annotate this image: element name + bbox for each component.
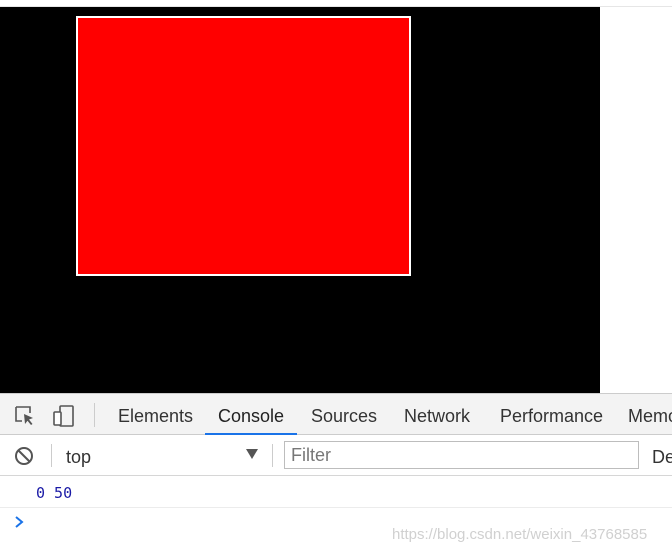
context-selector[interactable]: top	[60, 442, 268, 468]
watermark-text: https://blog.csdn.net/weixin_43768585	[392, 526, 648, 543]
console-log-message: 0 50	[36, 484, 73, 502]
page-viewport	[0, 0, 672, 393]
tab-sources[interactable]: Sources	[311, 394, 377, 435]
console-prompt[interactable]: https://blog.csdn.net/weixin_43768585	[0, 509, 672, 553]
toolbar-divider	[51, 444, 52, 467]
clear-console-icon[interactable]	[14, 446, 34, 466]
page: Elements Console Sources Network Perform…	[0, 0, 672, 553]
device-toggle-icon[interactable]	[52, 404, 76, 428]
devtools-panel: Elements Console Sources Network Perform…	[0, 393, 672, 553]
console-toolbar: top De	[0, 435, 672, 476]
inspect-element-icon[interactable]	[13, 404, 37, 428]
black-container	[0, 7, 600, 393]
filter-input[interactable]	[284, 441, 639, 469]
tab-network[interactable]: Network	[404, 394, 470, 435]
tab-console[interactable]: Console	[205, 394, 297, 435]
console-log-row: 0 50	[0, 477, 672, 508]
tab-elements[interactable]: Elements	[118, 394, 193, 435]
toolbar-divider	[94, 403, 95, 427]
tab-performance[interactable]: Performance	[500, 394, 603, 435]
log-levels-selector[interactable]: De	[652, 442, 672, 472]
red-box	[76, 16, 411, 276]
devtools-tabbar: Elements Console Sources Network Perform…	[0, 393, 672, 435]
tab-memory[interactable]: Memo	[628, 394, 672, 435]
prompt-chevron-icon	[12, 515, 26, 529]
toolbar-divider	[272, 444, 273, 467]
dropdown-arrow-icon[interactable]	[245, 447, 259, 461]
